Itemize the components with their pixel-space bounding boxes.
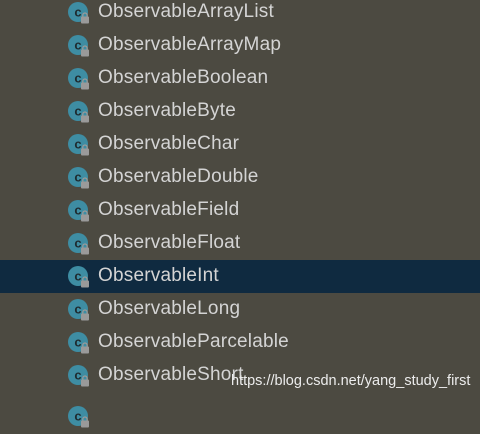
svg-text:c: c: [74, 104, 81, 119]
class-icon: c: [67, 67, 91, 91]
tree-item-observableparcelable[interactable]: c ObservableParcelable: [0, 326, 480, 359]
class-tree: c ObservableArrayList c ObservableArrayM…: [0, 0, 480, 428]
class-icon: c: [67, 34, 91, 58]
tree-item-observablearraymap[interactable]: c ObservableArrayMap: [0, 29, 480, 62]
svg-text:c: c: [74, 236, 81, 251]
tree-item-label: ObservableParcelable: [98, 331, 289, 352]
tree-item-observablebyte[interactable]: c ObservableByte: [0, 95, 480, 128]
svg-text:c: c: [74, 269, 81, 284]
svg-text:c: c: [74, 335, 81, 350]
tree-item-label: ObservableInt: [98, 265, 219, 286]
class-icon: c: [67, 1, 91, 25]
tree-item-observablefield[interactable]: c ObservableField: [0, 194, 480, 227]
class-icon: c: [67, 298, 91, 322]
class-icon: c: [67, 265, 91, 289]
watermark: https://blog.csdn.net/yang_study_first: [231, 373, 471, 389]
tree-item-label: ObservableLong: [98, 298, 241, 319]
tree-item-observablefloat[interactable]: c ObservableFloat: [0, 227, 480, 260]
svg-text:c: c: [74, 203, 81, 218]
tree-item-observablechar[interactable]: c ObservableChar: [0, 128, 480, 161]
tree-item-label: ObservableShort: [98, 364, 244, 385]
tree-item-label: ObservableArrayList: [98, 1, 274, 22]
svg-text:c: c: [74, 409, 81, 424]
class-icon: c: [67, 133, 91, 157]
tree-item-label: ObservableField: [98, 199, 240, 220]
svg-text:c: c: [74, 137, 81, 152]
tree-item-observablearraylist[interactable]: c ObservableArrayList: [0, 0, 480, 29]
svg-text:c: c: [74, 368, 81, 383]
tree-item-label: ObservableByte: [98, 100, 236, 121]
tree-item-observablelong[interactable]: c ObservableLong: [0, 293, 480, 326]
svg-text:c: c: [74, 38, 81, 53]
tree-item-label: ObservableBoolean: [98, 67, 269, 88]
class-icon: c: [67, 364, 91, 388]
tree-item-observabledouble[interactable]: c ObservableDouble: [0, 161, 480, 194]
class-icon: c: [67, 100, 91, 124]
class-icon: c: [67, 232, 91, 256]
class-icon: c: [67, 199, 91, 223]
class-icon: c: [67, 331, 91, 355]
svg-text:c: c: [74, 302, 81, 317]
class-icon: c: [67, 405, 91, 429]
tree-item-label: ObservableDouble: [98, 166, 259, 187]
tree-item-label: ObservableChar: [98, 133, 240, 154]
tree-item-label: ObservableArrayMap: [98, 34, 282, 55]
tree-item-observableint[interactable]: c ObservableInt: [0, 260, 480, 293]
tree-item-partial[interactable]: c: [0, 392, 480, 428]
svg-text:c: c: [74, 5, 81, 20]
svg-text:c: c: [74, 170, 81, 185]
svg-text:c: c: [74, 71, 81, 86]
tree-item-observableboolean[interactable]: c ObservableBoolean: [0, 62, 480, 95]
tree-item-label: ObservableFloat: [98, 232, 241, 253]
class-icon: c: [67, 166, 91, 190]
